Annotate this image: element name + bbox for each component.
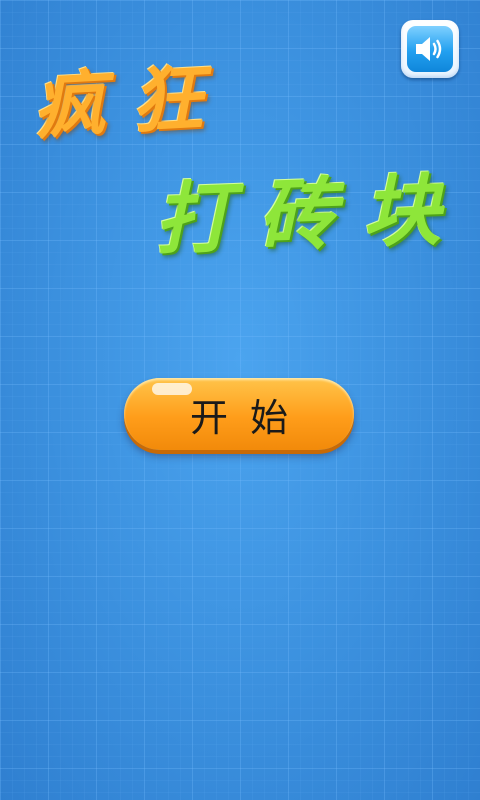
start-button-label: 开始 (189, 395, 310, 440)
sound-button-face (407, 26, 453, 72)
speaker-icon (416, 37, 442, 61)
sound-toggle-button[interactable] (401, 20, 459, 78)
game-title-line-1: 疯狂 (30, 53, 232, 149)
game-title-line-2: 打砖块 (152, 164, 468, 266)
start-button[interactable]: 开始 (124, 378, 354, 450)
